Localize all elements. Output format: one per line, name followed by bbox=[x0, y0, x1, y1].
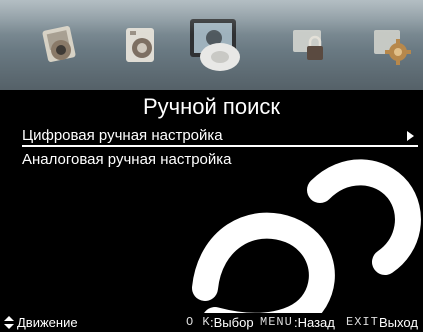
exit-hint-label: Выход bbox=[379, 315, 418, 330]
menu-hint-label: :Назад bbox=[294, 315, 335, 330]
list-item-label: Аналоговая ручная настройка bbox=[22, 151, 232, 168]
move-hint-label: Движение bbox=[17, 315, 78, 330]
settings-icon[interactable] bbox=[368, 22, 414, 68]
lock-icon[interactable] bbox=[287, 22, 333, 68]
channel-search-icon[interactable] bbox=[184, 13, 250, 79]
menu-key: MENU bbox=[260, 315, 293, 329]
list-item-label: Цифровая ручная настройка bbox=[22, 127, 223, 144]
menu-list: Цифровая ручная настройка Аналоговая руч… bbox=[0, 123, 423, 313]
tv-menu-screen: Ручной поиск Цифровая ручная настройка А… bbox=[0, 0, 423, 332]
page-title: Ручной поиск bbox=[0, 90, 423, 123]
sound-icon[interactable] bbox=[118, 22, 164, 68]
list-item-analog-manual-tuning[interactable]: Аналоговая ручная настройка bbox=[22, 151, 418, 169]
up-down-arrow-icon bbox=[4, 316, 14, 329]
top-icon-bar bbox=[0, 0, 423, 90]
arrow-right-icon bbox=[407, 131, 414, 141]
ok-key: O K bbox=[186, 315, 211, 329]
footer-hints: Движение O K :Выбор MENU :Назад EXIT Вых… bbox=[0, 313, 423, 332]
list-item-digital-manual-tuning[interactable]: Цифровая ручная настройка bbox=[22, 127, 418, 147]
exit-key: EXIT bbox=[346, 315, 379, 329]
picture-icon[interactable] bbox=[37, 22, 83, 68]
ok-hint-label: :Выбор bbox=[210, 315, 254, 330]
